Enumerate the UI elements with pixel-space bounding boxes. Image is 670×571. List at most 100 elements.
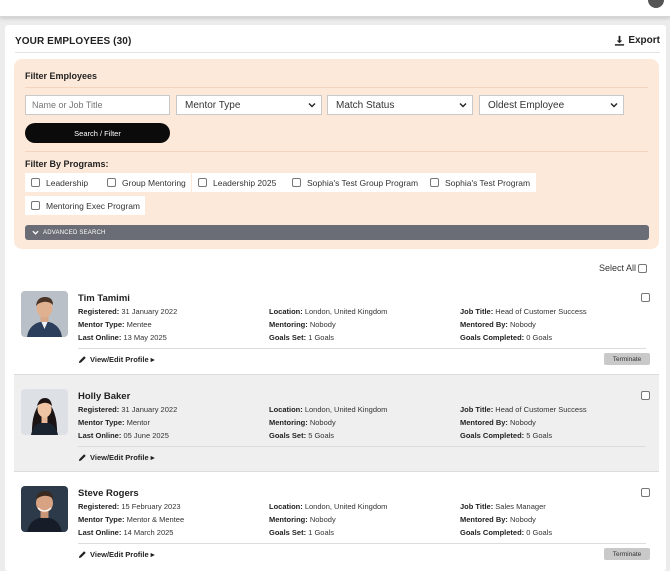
registered-field: Registered: 15 February 2023: [78, 502, 181, 511]
program-label: Sophia's Test Group Program: [307, 177, 419, 188]
filter-panel: Filter Employees Mentor Type Match Statu…: [14, 59, 659, 249]
field-value: 14 March 2025: [123, 528, 174, 537]
field-label: Job Title:: [460, 502, 494, 511]
field-value: Nobody: [510, 515, 536, 524]
field-value: 13 May 2025: [123, 333, 167, 342]
mentor-type-select[interactable]: Mentor Type: [176, 95, 322, 115]
chevron-down-icon: [308, 103, 316, 108]
program-filter-leadership[interactable]: Leadership: [25, 173, 101, 192]
goals-completed-field: Goals Completed: 5 Goals: [460, 431, 552, 440]
view-edit-profile-link[interactable]: View/Edit Profile ▸: [78, 550, 154, 559]
job-title-field: Job Title: Head of Customer Success: [460, 405, 587, 414]
program-label: Sophia's Test Program: [445, 177, 531, 188]
last-online-field: Last Online: 14 March 2025: [78, 528, 173, 537]
top-bar: [0, 0, 670, 17]
last-online-field: Last Online: 13 May 2025: [78, 333, 167, 342]
checkbox[interactable]: [107, 178, 116, 187]
field-label: Goals Set:: [269, 333, 307, 342]
field-value: 31 January 2022: [121, 405, 178, 414]
mentor-type-field: Mentor Type: Mentor: [78, 418, 150, 427]
program-filter-mentoring-exec-program[interactable]: Mentoring Exec Program: [25, 196, 145, 215]
export-label: Export: [628, 35, 660, 46]
avatar-image: [21, 291, 68, 337]
field-value: Mentor: [126, 418, 150, 427]
employees-panel: YOUR EMPLOYEES (30) Export Filter Employ…: [5, 25, 666, 571]
employee-card: Tim Tamimi Registered: 31 January 2022 M…: [14, 277, 659, 374]
filter-title: Filter Employees: [25, 71, 98, 81]
avatar-image: [21, 486, 68, 532]
field-label: Goals Completed:: [460, 333, 525, 342]
field-label: Location:: [269, 405, 303, 414]
employee-checkbox[interactable]: [641, 488, 650, 497]
advanced-search-toggle[interactable]: ADVANCED SEARCH: [25, 225, 649, 240]
mentor-type-field: Mentor Type: Mentor & Mentee: [78, 515, 184, 524]
download-icon: [615, 35, 625, 46]
search-input[interactable]: [25, 95, 170, 115]
field-value: London, United Kingdom: [304, 502, 388, 511]
program-label: Leadership: [46, 177, 89, 188]
field-value: London, United Kingdom: [304, 307, 388, 316]
match-status-select[interactable]: Match Status: [327, 95, 473, 115]
match-status-value: Match Status: [336, 100, 395, 111]
field-label: Last Online:: [78, 431, 122, 440]
terminate-button[interactable]: Terminate: [604, 353, 650, 365]
view-edit-profile-link[interactable]: View/Edit Profile ▸: [78, 453, 154, 462]
location-field: Location: London, United Kingdom: [269, 502, 387, 511]
field-label: Last Online:: [78, 333, 122, 342]
employee-name: Steve Rogers: [78, 488, 139, 499]
divider: [25, 151, 648, 152]
select-all[interactable]: Select All: [599, 263, 647, 273]
checkbox[interactable]: [31, 201, 40, 210]
view-edit-profile-link[interactable]: View/Edit Profile ▸: [78, 355, 154, 364]
terminate-button[interactable]: Terminate: [604, 548, 650, 560]
field-label: Registered:: [78, 405, 120, 414]
export-button[interactable]: Export: [614, 35, 660, 46]
chevron-down-icon: [32, 230, 39, 235]
program-filter-sophias-test-program[interactable]: Sophia's Test Program: [424, 173, 536, 192]
employee-card: Holly Baker Registered: 31 January 2022 …: [14, 375, 659, 472]
checkbox[interactable]: [430, 178, 439, 187]
chevron-down-icon: [459, 103, 467, 108]
field-value: 5 Goals: [308, 431, 335, 440]
checkbox[interactable]: [198, 178, 207, 187]
last-online-field: Last Online: 05 June 2025: [78, 431, 169, 440]
divider: [78, 348, 646, 349]
field-value: 15 February 2023: [121, 502, 181, 511]
field-value: Nobody: [309, 515, 336, 524]
field-value: Mentor & Mentee: [126, 515, 185, 524]
view-edit-label: View/Edit Profile ▸: [90, 453, 155, 462]
advanced-search-label: ADVANCED SEARCH: [43, 229, 106, 236]
employee-checkbox[interactable]: [641, 293, 650, 302]
field-label: Registered:: [78, 502, 120, 511]
sort-select[interactable]: Oldest Employee: [479, 95, 624, 115]
program-filter-group-mentoring[interactable]: Group Mentoring: [101, 173, 191, 192]
search-filter-button[interactable]: Search / Filter: [25, 123, 170, 143]
field-label: Mentored By:: [460, 515, 508, 524]
mentoring-field: Mentoring: Nobody: [269, 418, 336, 427]
field-label: Location:: [269, 502, 303, 511]
select-all-checkbox[interactable]: [638, 263, 647, 273]
field-value: Nobody: [309, 320, 336, 329]
job-title-field: Job Title: Sales Manager: [460, 502, 546, 511]
employee-name: Holly Baker: [78, 391, 131, 402]
user-avatar-icon[interactable]: [648, 0, 664, 8]
field-value: London, United Kingdom: [304, 405, 388, 414]
checkbox[interactable]: [292, 178, 301, 187]
goals-set-field: Goals Set: 5 Goals: [269, 431, 334, 440]
program-filter-sophias-test-group-program[interactable]: Sophia's Test Group Program: [286, 173, 424, 192]
mentored-by-field: Mentored By: Nobody: [460, 418, 536, 427]
goals-set-field: Goals Set: 1 Goals: [269, 528, 334, 537]
field-value: 5 Goals: [526, 431, 553, 440]
field-label: Goals Set:: [269, 431, 307, 440]
employee-name: Tim Tamimi: [78, 293, 130, 304]
registered-field: Registered: 31 January 2022: [78, 405, 177, 414]
employee-checkbox[interactable]: [641, 391, 650, 400]
field-label: Mentor Type:: [78, 515, 125, 524]
program-filter-leadership-2025[interactable]: Leadership 2025: [192, 173, 286, 192]
field-value: Nobody: [510, 320, 536, 329]
field-label: Last Online:: [78, 528, 122, 537]
programs-label: Filter By Programs:: [25, 159, 109, 169]
checkbox[interactable]: [31, 178, 40, 187]
program-label: Leadership 2025: [213, 177, 277, 188]
field-label: Goals Set:: [269, 528, 307, 537]
